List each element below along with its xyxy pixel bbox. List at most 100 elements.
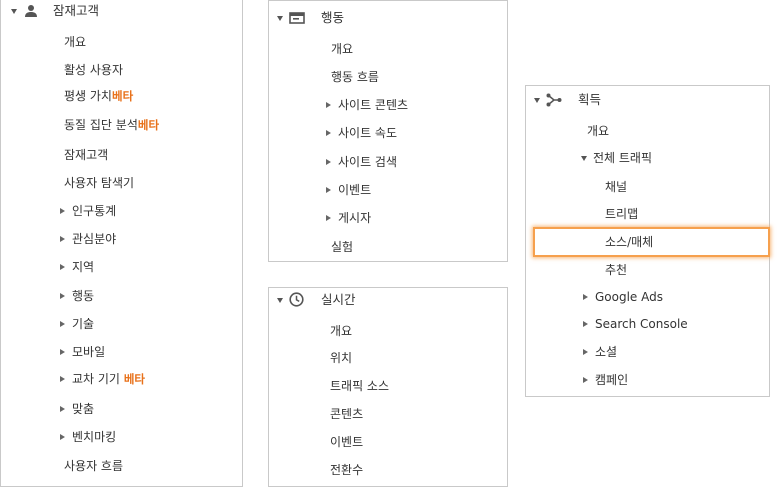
audience-item-behavior[interactable]: 행동 (1, 285, 242, 307)
item-label: 인구통계 (72, 204, 117, 218)
item-label-wrap: 행동 (60, 285, 94, 307)
acquisition-branch-icon (546, 93, 562, 107)
chevron-right-icon (583, 348, 588, 355)
beta-badge: 베타 (123, 372, 145, 386)
behavior-item-experiments[interactable]: 실험 (269, 236, 507, 258)
selected-item-highlight (533, 227, 770, 257)
realtime-item-conversions[interactable]: 전환수 (269, 459, 507, 481)
behavior-item-publisher[interactable]: 게시자 (269, 207, 507, 229)
item-label-wrap: 캠페인 (583, 369, 628, 391)
behavior-window-icon (289, 12, 305, 24)
behavior-item-events[interactable]: 이벤트 (269, 179, 507, 201)
realtime-header[interactable]: 실시간 (269, 289, 507, 311)
acquisition-item-all-traffic[interactable]: 전체 트래픽 (526, 147, 769, 169)
item-label: 사이트 콘텐츠 (338, 98, 409, 112)
item-label-wrap: 사이트 검색 (326, 151, 397, 173)
item-label: 사이트 검색 (338, 155, 398, 169)
acquisition-item-overview[interactable]: 개요 (526, 120, 769, 142)
behavior-panel: 행동 개요 행동 흐름 사이트 콘텐츠 사이트 속도 사이트 검색 이벤트 게시… (268, 0, 508, 262)
item-label: 추천 (605, 263, 628, 277)
item-label: 전체 트래픽 (593, 151, 653, 165)
item-label-wrap: 벤치마킹 (60, 426, 116, 448)
item-label: 사이트 속도 (338, 126, 398, 140)
behavior-item-site-content[interactable]: 사이트 콘텐츠 (269, 94, 507, 116)
audience-item-active-users[interactable]: 활성 사용자 (1, 59, 242, 81)
acquisition-item-social[interactable]: 소셜 (526, 341, 769, 363)
item-label: 채널 (605, 180, 628, 194)
behavior-item-behavior-flow[interactable]: 행동 흐름 (269, 66, 507, 88)
chevron-right-icon (60, 320, 65, 327)
item-label: Search Console (595, 317, 688, 331)
chevron-right-icon (326, 186, 331, 193)
acquisition-item-google-ads[interactable]: Google Ads (526, 286, 769, 308)
item-label: 모바일 (72, 345, 106, 359)
item-label: 콘텐츠 (330, 407, 364, 421)
audience-item-custom[interactable]: 맞춤 (1, 398, 242, 420)
chevron-right-icon (60, 207, 65, 214)
beta-badge: 베타 (137, 118, 160, 132)
audience-item-benchmarking[interactable]: 벤치마킹 (1, 426, 242, 448)
item-label: 맞춤 (72, 402, 95, 416)
audience-item-cross-device[interactable]: 교차 기기 베타 (1, 368, 242, 390)
audience-item-mobile[interactable]: 모바일 (1, 341, 242, 363)
audience-item-cohort-analysis[interactable]: 동질 집단 분석베타 (1, 114, 242, 136)
chevron-right-icon (60, 375, 65, 382)
realtime-item-events[interactable]: 이벤트 (269, 431, 507, 453)
chevron-right-icon (60, 292, 65, 299)
acquisition-item-treemaps[interactable]: 트리맵 (526, 203, 769, 225)
item-label: 이벤트 (338, 183, 372, 197)
audience-item-user-explorer[interactable]: 사용자 탐색기 (1, 172, 242, 194)
audience-header[interactable]: 잠재고객 (1, 0, 242, 22)
realtime-item-overview[interactable]: 개요 (269, 320, 507, 342)
realtime-item-locations[interactable]: 위치 (269, 347, 507, 369)
item-label: 교차 기기 (72, 372, 120, 386)
audience-item-geo[interactable]: 지역 (1, 256, 242, 278)
behavior-item-overview[interactable]: 개요 (269, 38, 507, 60)
chevron-right-icon (60, 405, 65, 412)
item-label: 기술 (72, 317, 95, 331)
chevron-right-icon (60, 348, 65, 355)
chevron-down-icon (534, 98, 540, 103)
item-label: 활성 사용자 (64, 63, 124, 77)
item-label: Google Ads (595, 290, 663, 304)
audience-item-interests[interactable]: 관심분야 (1, 228, 242, 250)
realtime-panel: 실시간 개요 위치 트래픽 소스 콘텐츠 이벤트 전환수 (268, 287, 508, 487)
chevron-down-icon (277, 16, 283, 21)
item-label: 개요 (331, 42, 354, 56)
item-label-wrap: 평생 가치베타 (64, 85, 133, 107)
audience-item-audiences[interactable]: 잠재고객 (1, 144, 242, 166)
chevron-right-icon (326, 214, 331, 221)
item-label-wrap: 동질 집단 분석베타 (64, 114, 159, 136)
item-label: 트리맵 (605, 207, 639, 221)
acquisition-item-referrals[interactable]: 추천 (526, 259, 769, 281)
acquisition-item-campaigns[interactable]: 캠페인 (526, 369, 769, 391)
behavior-item-site-search[interactable]: 사이트 검색 (269, 151, 507, 173)
realtime-title: 실시간 (321, 292, 356, 307)
acquisition-header[interactable]: 획득 (526, 89, 769, 111)
behavior-header[interactable]: 행동 (269, 7, 507, 29)
item-label: 평생 가치 (64, 89, 112, 103)
item-label: 행동 흐름 (331, 70, 379, 84)
audience-item-technology[interactable]: 기술 (1, 313, 242, 335)
person-icon (25, 5, 37, 17)
item-label: 위치 (330, 351, 353, 365)
realtime-item-traffic-sources[interactable]: 트래픽 소스 (269, 375, 507, 397)
item-label-wrap: 맞춤 (60, 398, 94, 420)
behavior-item-site-speed[interactable]: 사이트 속도 (269, 122, 507, 144)
acquisition-item-search-console[interactable]: Search Console (526, 313, 769, 335)
audience-item-demographics[interactable]: 인구통계 (1, 200, 242, 222)
acquisition-item-channels[interactable]: 채널 (526, 176, 769, 198)
item-label: 전환수 (330, 463, 364, 477)
clock-icon (289, 292, 304, 307)
chevron-right-icon (583, 320, 588, 327)
item-label: 개요 (587, 124, 610, 138)
audience-item-users-flow[interactable]: 사용자 흐름 (1, 455, 242, 477)
item-label-wrap: 교차 기기 베타 (60, 368, 145, 390)
audience-item-lifetime-value[interactable]: 평생 가치베타 (1, 85, 242, 107)
realtime-item-content[interactable]: 콘텐츠 (269, 403, 507, 425)
item-label-wrap: 이벤트 (326, 179, 371, 201)
item-label: 벤치마킹 (72, 430, 117, 444)
acquisition-title: 획득 (578, 92, 602, 107)
audience-item-overview[interactable]: 개요 (1, 31, 242, 53)
item-label: 행동 (72, 289, 95, 303)
